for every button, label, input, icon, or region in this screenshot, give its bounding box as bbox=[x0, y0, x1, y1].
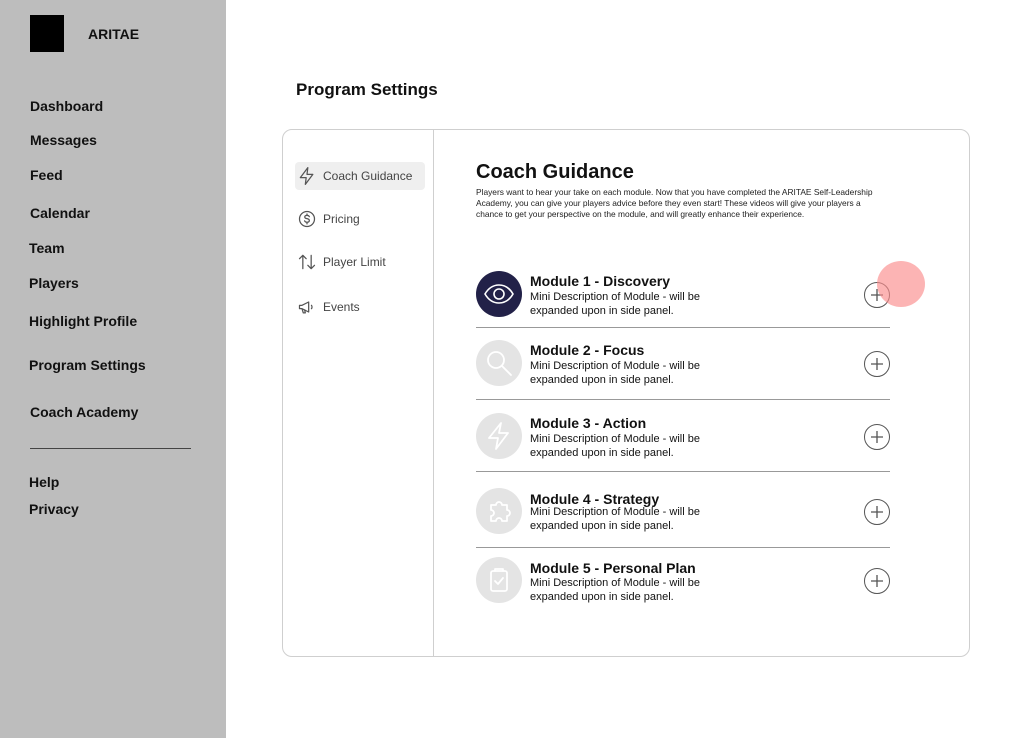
sidebar-item-feed[interactable]: Feed bbox=[30, 167, 63, 183]
sidebar-item-privacy[interactable]: Privacy bbox=[29, 501, 79, 517]
plus-icon bbox=[871, 575, 883, 587]
coach-guidance-description: Players want to hear your take on each m… bbox=[476, 187, 873, 219]
clipboard-check-icon bbox=[476, 557, 522, 603]
add-module-5-button[interactable] bbox=[864, 568, 890, 594]
sidebar-item-team[interactable]: Team bbox=[29, 240, 65, 256]
sidebar-item-calendar[interactable]: Calendar bbox=[30, 205, 90, 221]
module-title: Module 4 - Strategy bbox=[530, 491, 660, 507]
sidebar: ARITAE Dashboard Messages Feed Calendar … bbox=[0, 0, 226, 738]
tab-coach-guidance[interactable]: Coach Guidance bbox=[295, 162, 425, 190]
module-title: Module 1 - Discovery bbox=[530, 273, 671, 289]
module-title: Module 3 - Action bbox=[530, 415, 647, 431]
add-module-1-button[interactable] bbox=[864, 282, 890, 308]
sidebar-item-messages[interactable]: Messages bbox=[30, 132, 97, 148]
puzzle-icon bbox=[476, 488, 522, 534]
tab-label: Coach Guidance bbox=[323, 169, 413, 183]
coach-guidance-title: Coach Guidance bbox=[476, 161, 634, 183]
sidebar-item-coach-academy[interactable]: Coach Academy bbox=[30, 404, 138, 420]
plus-icon bbox=[871, 506, 883, 518]
dollar-icon bbox=[298, 210, 316, 228]
module-divider bbox=[476, 327, 890, 328]
module-divider bbox=[476, 547, 890, 548]
module-item-discovery[interactable]: Module 1 - Discovery Mini Description of… bbox=[476, 268, 890, 328]
module-description: Mini Description of Module - will be exp… bbox=[530, 506, 700, 532]
plus-icon bbox=[871, 358, 883, 370]
tab-label: Pricing bbox=[323, 212, 360, 226]
plus-icon bbox=[871, 431, 883, 443]
lightning-icon bbox=[476, 413, 522, 459]
module-description: Mini Description of Module - will be exp… bbox=[530, 433, 700, 459]
module-item-strategy[interactable]: Module 4 - Strategy Mini Description of … bbox=[476, 486, 890, 548]
settings-card: Coach Guidance Pricing Player Limit Even… bbox=[282, 129, 970, 657]
tab-pricing[interactable]: Pricing bbox=[295, 205, 368, 233]
brand-name: ARITAE bbox=[88, 26, 140, 42]
logo[interactable] bbox=[30, 15, 64, 52]
sidebar-item-players[interactable]: Players bbox=[29, 275, 79, 291]
tab-player-limit[interactable]: Player Limit bbox=[295, 248, 394, 276]
module-item-personal-plan[interactable]: Module 5 - Personal Plan Mini Descriptio… bbox=[476, 556, 890, 606]
add-module-4-button[interactable] bbox=[864, 499, 890, 525]
tab-label: Events bbox=[323, 300, 360, 314]
module-divider bbox=[476, 399, 890, 400]
plus-icon bbox=[871, 289, 883, 301]
module-divider bbox=[476, 471, 890, 472]
add-module-2-button[interactable] bbox=[864, 351, 890, 377]
sidebar-item-help[interactable]: Help bbox=[29, 474, 59, 490]
module-item-action[interactable]: Module 3 - Action Mini Description of Mo… bbox=[476, 410, 890, 472]
page-title: Program Settings bbox=[296, 80, 438, 99]
megaphone-icon bbox=[298, 301, 313, 314]
sidebar-divider bbox=[30, 448, 191, 449]
eye-icon bbox=[476, 271, 522, 317]
tab-events[interactable]: Events bbox=[295, 293, 368, 321]
magnifier-icon bbox=[476, 340, 522, 386]
sidebar-item-dashboard[interactable]: Dashboard bbox=[30, 98, 103, 114]
module-description: Mini Description of Module - will be exp… bbox=[530, 360, 700, 386]
module-title: Module 5 - Personal Plan bbox=[530, 560, 696, 576]
lightning-icon bbox=[299, 167, 314, 185]
sidebar-item-program-settings[interactable]: Program Settings bbox=[29, 357, 146, 373]
module-item-focus[interactable]: Module 2 - Focus Mini Description of Mod… bbox=[476, 338, 890, 400]
sort-arrows-icon bbox=[298, 254, 316, 270]
tab-label: Player Limit bbox=[323, 255, 386, 269]
module-title: Module 2 - Focus bbox=[530, 342, 645, 358]
sidebar-item-highlight-profile[interactable]: Highlight Profile bbox=[29, 313, 137, 329]
module-description: Mini Description of Module - will be exp… bbox=[530, 577, 700, 603]
module-description: Mini Description of Module - will be exp… bbox=[530, 291, 700, 317]
card-divider bbox=[433, 130, 434, 656]
add-module-3-button[interactable] bbox=[864, 424, 890, 450]
